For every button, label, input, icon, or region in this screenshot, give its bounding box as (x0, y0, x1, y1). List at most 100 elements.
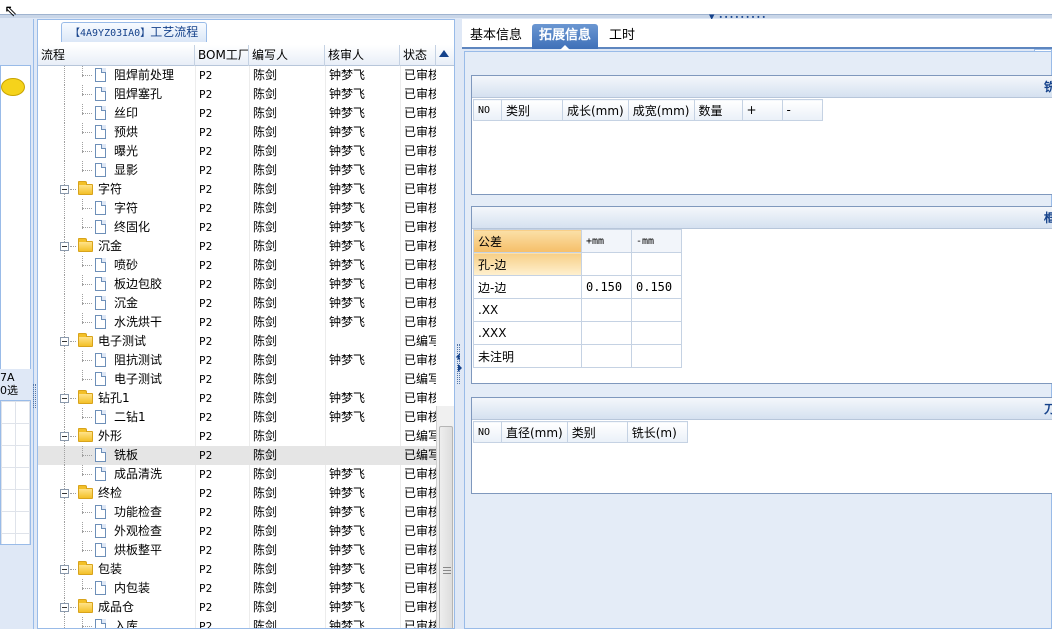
tree-node[interactable]: 阻焊前处理 (38, 66, 195, 85)
milling-col-minus[interactable]: - (781, 99, 823, 121)
tool-col-diameter[interactable]: 直径(mm) (501, 421, 568, 443)
tree-node[interactable]: 字符 (38, 199, 195, 218)
milling-col-width[interactable]: 成宽(mm) (627, 99, 695, 121)
chat-bubble-icon[interactable] (1, 78, 25, 96)
collapse-minus-icon[interactable] (60, 603, 69, 612)
tolerance-plus-cell[interactable] (581, 252, 632, 276)
tree-row[interactable]: 丝印 P2 陈剑 钟梦飞 已审核 (38, 104, 436, 123)
tree-folder-row[interactable]: 终检 P2 陈剑 钟梦飞 已审核 (38, 484, 436, 503)
tree-folder-row[interactable]: 包装 P2 陈剑 钟梦飞 已审核 (38, 560, 436, 579)
column-header-process[interactable]: 流程 (38, 45, 195, 66)
tree-row[interactable]: 曝光 P2 陈剑 钟梦飞 已审核 (38, 142, 436, 161)
tree-node[interactable]: 外形 (38, 427, 195, 446)
tree-node[interactable]: 包装 (38, 560, 195, 579)
tree-row[interactable]: 沉金 P2 陈剑 钟梦飞 已审核 (38, 294, 436, 313)
column-header-status[interactable]: 状态 (400, 45, 436, 66)
tree-node[interactable]: 喷砂 (38, 256, 195, 275)
tree-row[interactable]: 电子测试 P2 陈剑 已编写 (38, 370, 436, 389)
milling-col-no[interactable]: NO (473, 99, 502, 121)
tree-folder-row[interactable]: 沉金 P2 陈剑 钟梦飞 已审核 (38, 237, 436, 256)
tree-node[interactable]: 电子测试 (38, 370, 195, 389)
tree-row[interactable]: 板边包胶 P2 陈剑 钟梦飞 已审核 (38, 275, 436, 294)
tree-node[interactable]: 成品仓 (38, 598, 195, 617)
scrollbar-thumb[interactable] (439, 426, 453, 628)
tree-node[interactable]: 铣板 (38, 446, 195, 465)
tree-folder-row[interactable]: 成品仓 P2 陈剑 钟梦飞 已审核 (38, 598, 436, 617)
collapse-minus-icon[interactable] (60, 337, 69, 346)
tolerance-minus-cell[interactable] (631, 344, 682, 368)
tree-node[interactable]: 沉金 (38, 294, 195, 313)
tree-folder-row[interactable]: 外形 P2 陈剑 已编写 (38, 427, 436, 446)
collapse-minus-icon[interactable] (60, 185, 69, 194)
tree-node[interactable]: 内包装 (38, 579, 195, 598)
tolerance-minus-cell[interactable] (631, 252, 682, 276)
tree-row[interactable]: 显影 P2 陈剑 钟梦飞 已审核 (38, 161, 436, 180)
collapse-minus-icon[interactable] (60, 489, 69, 498)
tool-col-no[interactable]: NO (473, 421, 502, 443)
tolerance-minus-cell[interactable]: 0.150 (631, 275, 682, 299)
tree-node[interactable]: 字符 (38, 180, 195, 199)
tolerance-plus-cell[interactable] (581, 298, 632, 322)
tree-row[interactable]: 内包装 P2 陈剑 钟梦飞 已审核 (38, 579, 436, 598)
tree-row[interactable]: 喷砂 P2 陈剑 钟梦飞 已审核 (38, 256, 436, 275)
column-header-bom-factory[interactable]: BOM工厂 (195, 45, 249, 66)
tree-node[interactable]: 二钻1 (38, 408, 195, 427)
tree-node[interactable]: 电子测试 (38, 332, 195, 351)
tree-node[interactable]: 沉金 (38, 237, 195, 256)
tree-node[interactable]: 板边包胶 (38, 275, 195, 294)
tree-row[interactable]: 预烘 P2 陈剑 钟梦飞 已审核 (38, 123, 436, 142)
tolerance-plus-cell[interactable]: 0.150 (581, 275, 632, 299)
tree-folder-row[interactable]: 钻孔1 P2 陈剑 钟梦飞 已审核 (38, 389, 436, 408)
tree-row[interactable]: 阻焊前处理 P2 陈剑 钟梦飞 已审核 (38, 66, 436, 85)
tree-row[interactable]: 铣板 P2 陈剑 已编写 (38, 446, 436, 465)
collapse-minus-icon[interactable] (60, 432, 69, 441)
tab-extended-info[interactable]: 拓展信息 (532, 24, 599, 50)
tab-basic-info[interactable]: 基本信息 (463, 24, 529, 49)
tree-node[interactable]: 功能检查 (38, 503, 195, 522)
column-header-reviewer[interactable]: 核审人 (325, 45, 400, 66)
tree-node[interactable]: 钻孔1 (38, 389, 195, 408)
milling-col-quantity[interactable]: 数量 (693, 99, 743, 121)
tolerance-minus-cell[interactable] (631, 321, 682, 345)
tree-folder-row[interactable]: 字符 P2 陈剑 钟梦飞 已审核 (38, 180, 436, 199)
tool-col-mill-length[interactable]: 铣长(m) (626, 421, 688, 443)
collapse-minus-icon[interactable] (60, 242, 69, 251)
tree-row[interactable]: 水洗烘干 P2 陈剑 钟梦飞 已审核 (38, 313, 436, 332)
tree-row[interactable]: 阻抗测试 P2 陈剑 钟梦飞 已审核 (38, 351, 436, 370)
tree-row[interactable]: 终固化 P2 陈剑 钟梦飞 已审核 (38, 218, 436, 237)
tree-row[interactable]: 入库 P2 陈剑 钟梦飞 已审核 (38, 617, 436, 628)
tree-node[interactable]: 预烘 (38, 123, 195, 142)
process-tab[interactable]: 【4A9YZ03IA0】工艺流程 (61, 22, 208, 42)
tree-row[interactable]: 成品清洗 P2 陈剑 钟梦飞 已审核 (38, 465, 436, 484)
collapse-minus-icon[interactable] (60, 394, 69, 403)
milling-col-type[interactable]: 类别 (501, 99, 563, 121)
tool-col-type[interactable]: 类别 (566, 421, 628, 443)
milling-col-plus[interactable]: + (741, 99, 783, 121)
tree-node[interactable]: 水洗烘干 (38, 313, 195, 332)
tree-row[interactable]: 功能检查 P2 陈剑 钟梦飞 已审核 (38, 503, 436, 522)
column-header-author[interactable]: 编写人 (249, 45, 325, 66)
tree-node[interactable]: 丝印 (38, 104, 195, 123)
tree-node[interactable]: 阻焊塞孔 (38, 85, 195, 104)
tolerance-plus-cell[interactable] (581, 344, 632, 368)
tree-node[interactable]: 成品清洗 (38, 465, 195, 484)
tree-node[interactable]: 终检 (38, 484, 195, 503)
tree-node[interactable]: 入库 (38, 617, 195, 628)
tree-row[interactable]: 烘板整平 P2 陈剑 钟梦飞 已审核 (38, 541, 436, 560)
tolerance-plus-cell[interactable] (581, 321, 632, 345)
tree-row[interactable]: 二钻1 P2 陈剑 钟梦飞 已审核 (38, 408, 436, 427)
tree-node[interactable]: 外观检查 (38, 522, 195, 541)
tree-node[interactable]: 烘板整平 (38, 541, 195, 560)
collapse-minus-icon[interactable] (60, 565, 69, 574)
tree-node[interactable]: 显影 (38, 161, 195, 180)
scroll-up-arrow-icon[interactable] (439, 50, 449, 57)
tree-node[interactable]: 阻抗测试 (38, 351, 195, 370)
tree-row[interactable]: 阻焊塞孔 P2 陈剑 钟梦飞 已审核 (38, 85, 436, 104)
tree-node[interactable]: 终固化 (38, 218, 195, 237)
tree-row[interactable]: 字符 P2 陈剑 钟梦飞 已审核 (38, 199, 436, 218)
tab-work-hours[interactable]: 工时 (602, 24, 642, 49)
vertical-scrollbar[interactable] (436, 406, 454, 628)
left-splitter-grip-icon[interactable] (33, 384, 36, 408)
tree-row[interactable]: 外观检查 P2 陈剑 钟梦飞 已审核 (38, 522, 436, 541)
milling-col-length[interactable]: 成长(mm) (562, 99, 629, 121)
